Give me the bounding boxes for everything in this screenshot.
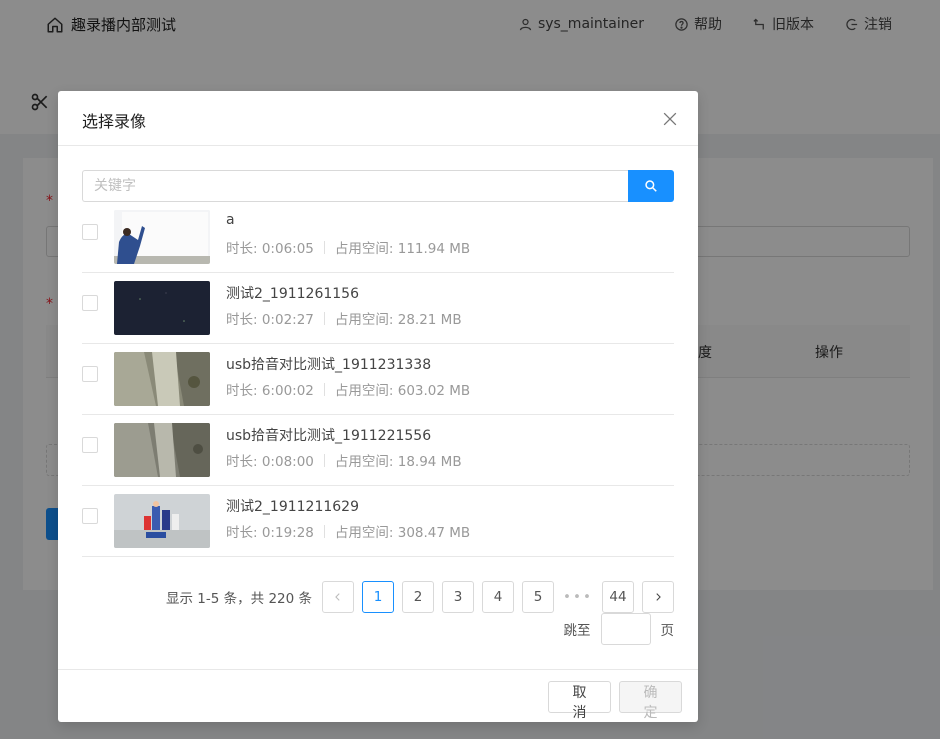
jump-prefix: 跳至	[563, 623, 591, 639]
recording-duration: 时长: 6:00:02	[226, 383, 314, 399]
recording-title: a	[226, 212, 235, 228]
list-item[interactable]: usb拾音对比测试_1911231338 时长: 6:00:02 占用空间: 60…	[82, 344, 674, 415]
pagination-total: 显示 1-5 条，共 220 条	[166, 591, 312, 607]
chevron-right-icon	[656, 593, 661, 601]
page-2[interactable]: 2	[402, 581, 434, 613]
modal-header: 选择录像	[58, 91, 698, 146]
recording-duration: 时长: 0:08:00	[226, 454, 314, 470]
meta-divider	[323, 524, 325, 538]
close-icon[interactable]	[660, 109, 680, 129]
page-3[interactable]: 3	[442, 581, 474, 613]
recording-size: 占用空间: 308.47 MB	[334, 525, 471, 541]
page-4[interactable]: 4	[482, 581, 514, 613]
meta-divider	[323, 382, 325, 396]
jump-suffix: 页	[660, 623, 675, 639]
item-checkbox[interactable]	[82, 437, 98, 453]
search-bar	[82, 170, 674, 202]
recording-title: usb拾音对比测试_1911231338	[226, 357, 432, 373]
recording-size: 占用空间: 603.02 MB	[334, 383, 471, 399]
recording-meta: 时长: 0:08:00 占用空间: 18.94 MB	[226, 450, 462, 470]
recording-duration: 时长: 0:06:05	[226, 241, 314, 257]
recording-size: 占用空间: 18.94 MB	[334, 454, 462, 470]
recording-duration: 时长: 0:02:27	[226, 312, 314, 328]
search-input[interactable]	[82, 170, 628, 202]
recording-size: 占用空间: 28.21 MB	[334, 312, 462, 328]
modal-title: 选择录像	[82, 112, 147, 131]
recording-thumbnail	[114, 423, 210, 477]
recording-thumbnail	[114, 352, 210, 406]
page-jumper: 跳至 页	[563, 613, 675, 645]
recording-size: 占用空间: 111.94 MB	[334, 241, 471, 257]
meta-divider	[323, 453, 325, 467]
modal-footer: 取 消 确 定	[58, 669, 698, 722]
recording-title: 测试2_1911261156	[226, 286, 359, 302]
recording-title: usb拾音对比测试_1911221556	[226, 428, 432, 444]
page-1[interactable]: 1	[362, 581, 394, 613]
page-5[interactable]: 5	[522, 581, 554, 613]
list-item[interactable]: 测试2_1911261156 时长: 0:02:27 占用空间: 28.21 MB	[82, 273, 674, 344]
recording-meta: 时长: 0:02:27 占用空间: 28.21 MB	[226, 308, 462, 328]
recording-thumbnail	[114, 494, 210, 548]
recording-thumbnail	[114, 281, 210, 335]
list-item[interactable]: 测试2_1911211629 时长: 0:19:28 占用空间: 308.47 M…	[82, 486, 674, 557]
recording-meta: 时长: 6:00:02 占用空间: 603.02 MB	[226, 379, 470, 399]
confirm-button[interactable]: 确 定	[619, 681, 682, 721]
recording-meta: 时长: 0:19:28 占用空间: 308.47 MB	[226, 521, 470, 541]
meta-divider	[323, 311, 325, 325]
list-item[interactable]: usb拾音对比测试_1911221556 时长: 0:08:00 占用空间: 18…	[82, 415, 674, 486]
list-item[interactable]: a 时长: 0:06:05 占用空间: 111.94 MB	[82, 202, 674, 273]
prev-page-button[interactable]	[322, 581, 354, 613]
recording-list: a 时长: 0:06:05 占用空间: 111.94 MB 测试2_1911261…	[82, 202, 674, 557]
meta-divider	[323, 240, 325, 254]
recording-meta: 时长: 0:06:05 占用空间: 111.94 MB	[226, 237, 470, 257]
recording-title: 测试2_1911211629	[226, 499, 359, 515]
recording-duration: 时长: 0:19:28	[226, 525, 314, 541]
select-recording-modal: 选择录像 a 时长: 0:06:05 占用空间: 111.94 MB 测试2_19…	[58, 91, 698, 722]
pagination: 显示 1-5 条，共 220 条 1 2 3 4 5 ••• 44	[166, 581, 674, 613]
jump-page-input[interactable]	[600, 613, 651, 645]
item-checkbox[interactable]	[82, 366, 98, 382]
chevron-left-icon	[335, 593, 340, 601]
cancel-button[interactable]: 取 消	[548, 681, 611, 721]
search-icon	[645, 180, 657, 192]
item-checkbox[interactable]	[82, 224, 98, 240]
next-page-button[interactable]	[642, 581, 674, 613]
page-last[interactable]: 44	[602, 581, 634, 613]
page-ellipsis[interactable]: •••	[562, 581, 594, 613]
search-button[interactable]	[628, 170, 674, 202]
item-checkbox[interactable]	[82, 295, 98, 311]
recording-thumbnail	[114, 210, 210, 264]
item-checkbox[interactable]	[82, 508, 98, 524]
